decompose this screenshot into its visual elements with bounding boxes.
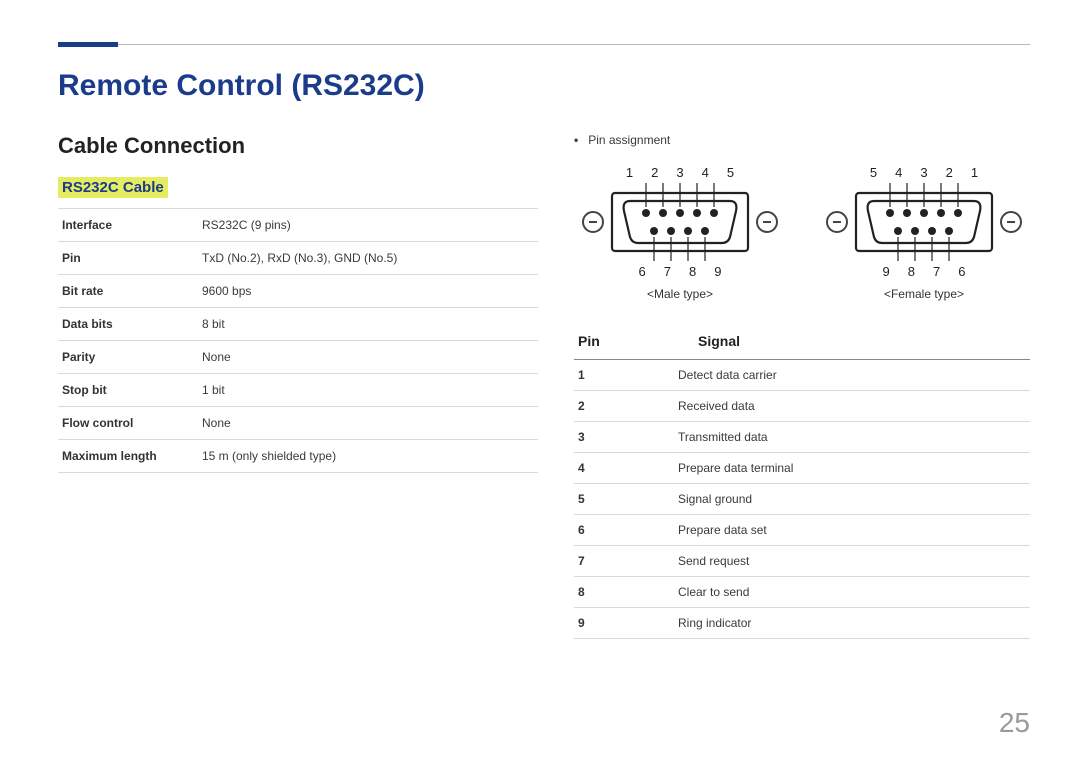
signal-cell: Clear to send	[674, 577, 1030, 608]
spec-key: Parity	[58, 341, 198, 374]
screw-left-icon	[826, 211, 848, 233]
signal-cell: Ring indicator	[674, 608, 1030, 639]
pin-num: 2	[946, 165, 953, 180]
pin-cell: 6	[574, 515, 674, 546]
pin-cell: 7	[574, 546, 674, 577]
pin-num: 5	[870, 165, 877, 180]
pin-cell: 9	[574, 608, 674, 639]
bullet-label: Pin assignment	[588, 133, 670, 147]
spec-val: None	[198, 407, 538, 440]
pin-cell: 3	[574, 422, 674, 453]
pin-num: 4	[895, 165, 902, 180]
spec-key: Flow control	[58, 407, 198, 440]
signal-cell: Prepare data terminal	[674, 453, 1030, 484]
spec-val: RS232C (9 pins)	[198, 209, 538, 242]
spec-val: 8 bit	[198, 308, 538, 341]
screw-left-icon	[582, 211, 604, 233]
pin-num: 1	[626, 165, 633, 180]
signal-cell: Received data	[674, 391, 1030, 422]
signal-cell: Prepare data set	[674, 515, 1030, 546]
page-title: Remote Control (RS232C)	[58, 69, 1030, 103]
top-rule-accent	[58, 42, 118, 47]
spec-key: Data bits	[58, 308, 198, 341]
pin-num: 4	[702, 165, 709, 180]
pin-num: 9	[714, 264, 721, 279]
pin-num: 1	[971, 165, 978, 180]
female-connector-diagram: 5 4 3 2 1	[826, 165, 1022, 301]
spec-key: Bit rate	[58, 275, 198, 308]
pin-header-pin: Pin	[578, 333, 628, 349]
pin-num: 5	[727, 165, 734, 180]
spec-key: Interface	[58, 209, 198, 242]
pin-cell: 5	[574, 484, 674, 515]
spec-key: Maximum length	[58, 440, 198, 473]
spec-table: InterfaceRS232C (9 pins) PinTxD (No.2), …	[58, 208, 538, 473]
spec-key: Pin	[58, 242, 198, 275]
spec-val: 15 m (only shielded type)	[198, 440, 538, 473]
top-rule-line	[118, 44, 1030, 45]
spec-key: Stop bit	[58, 374, 198, 407]
pin-header-signal: Signal	[698, 333, 740, 349]
subsection-heading: RS232C Cable	[58, 177, 168, 198]
pin-signal-table: 1Detect data carrier 2Received data 3Tra…	[574, 360, 1030, 639]
spec-val: 9600 bps	[198, 275, 538, 308]
signal-cell: Send request	[674, 546, 1030, 577]
pin-num: 6	[639, 264, 646, 279]
spec-val: None	[198, 341, 538, 374]
top-rule	[58, 30, 1030, 47]
male-connector-diagram: 1 2 3 4 5	[582, 165, 778, 301]
pin-num: 8	[908, 264, 915, 279]
pin-cell: 1	[574, 360, 674, 391]
pin-num: 2	[651, 165, 658, 180]
section-heading: Cable Connection	[58, 133, 538, 159]
pin-cell: 8	[574, 577, 674, 608]
pin-cell: 4	[574, 453, 674, 484]
pin-num: 8	[689, 264, 696, 279]
dsub-male-icon	[610, 183, 750, 261]
signal-cell: Transmitted data	[674, 422, 1030, 453]
pin-table-header: Pin Signal	[574, 325, 1030, 360]
spec-val: TxD (No.2), RxD (No.3), GND (No.5)	[198, 242, 538, 275]
dsub-female-icon	[854, 183, 994, 261]
screw-right-icon	[1000, 211, 1022, 233]
screw-right-icon	[756, 211, 778, 233]
pin-num: 7	[664, 264, 671, 279]
signal-cell: Detect data carrier	[674, 360, 1030, 391]
male-type-label: <Male type>	[582, 287, 778, 301]
female-type-label: <Female type>	[826, 287, 1022, 301]
pin-num: 3	[676, 165, 683, 180]
bullet-dot-icon: •	[574, 133, 578, 147]
page-number: 25	[999, 707, 1030, 739]
spec-val: 1 bit	[198, 374, 538, 407]
pin-num: 7	[933, 264, 940, 279]
pin-num: 6	[958, 264, 965, 279]
pin-num: 3	[920, 165, 927, 180]
pin-cell: 2	[574, 391, 674, 422]
pin-num: 9	[883, 264, 890, 279]
signal-cell: Signal ground	[674, 484, 1030, 515]
bullet-pin-assignment: • Pin assignment	[574, 133, 1030, 147]
